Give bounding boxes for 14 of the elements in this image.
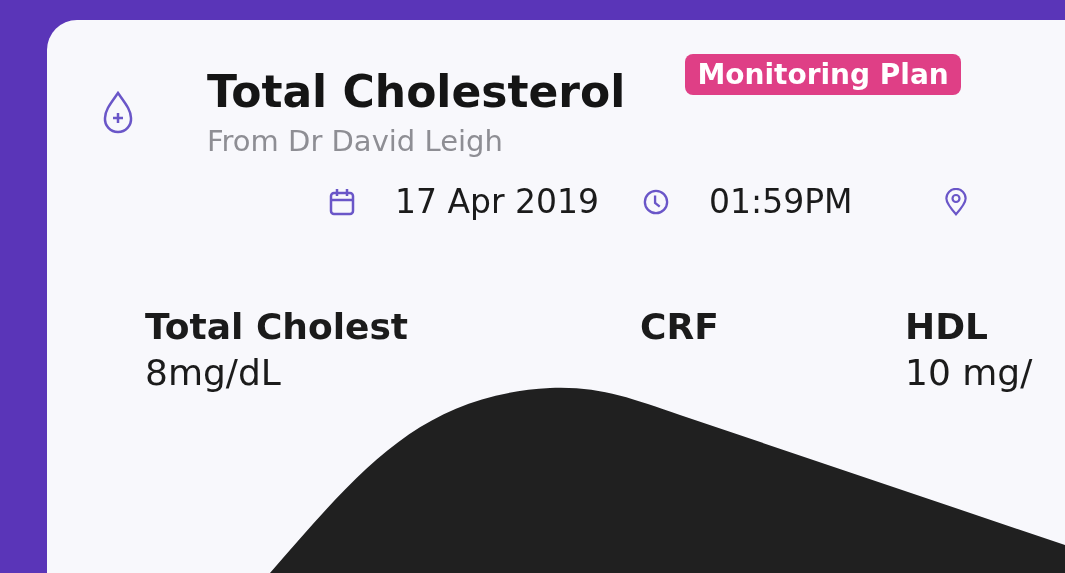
blood-drop-plus-icon — [103, 90, 133, 136]
time-text: 01:59PM — [709, 182, 853, 221]
plan-badge: Monitoring Plan — [685, 54, 961, 95]
metric-label: Total Cholest — [145, 305, 410, 349]
date-text: 17 Apr 2019 — [395, 182, 600, 221]
card-title: Total Cholesterol — [207, 65, 626, 119]
doctor-name: From Dr David Leigh — [207, 123, 504, 160]
location-pin-icon — [942, 187, 969, 216]
calendar-icon — [329, 187, 355, 216]
metric-value: 8mg/dL — [145, 351, 282, 395]
metric-value: 10 mg/ — [905, 351, 1034, 395]
metric-label: CRF — [640, 305, 720, 349]
clock-icon — [643, 187, 670, 216]
metric-label: HDL — [905, 305, 989, 349]
